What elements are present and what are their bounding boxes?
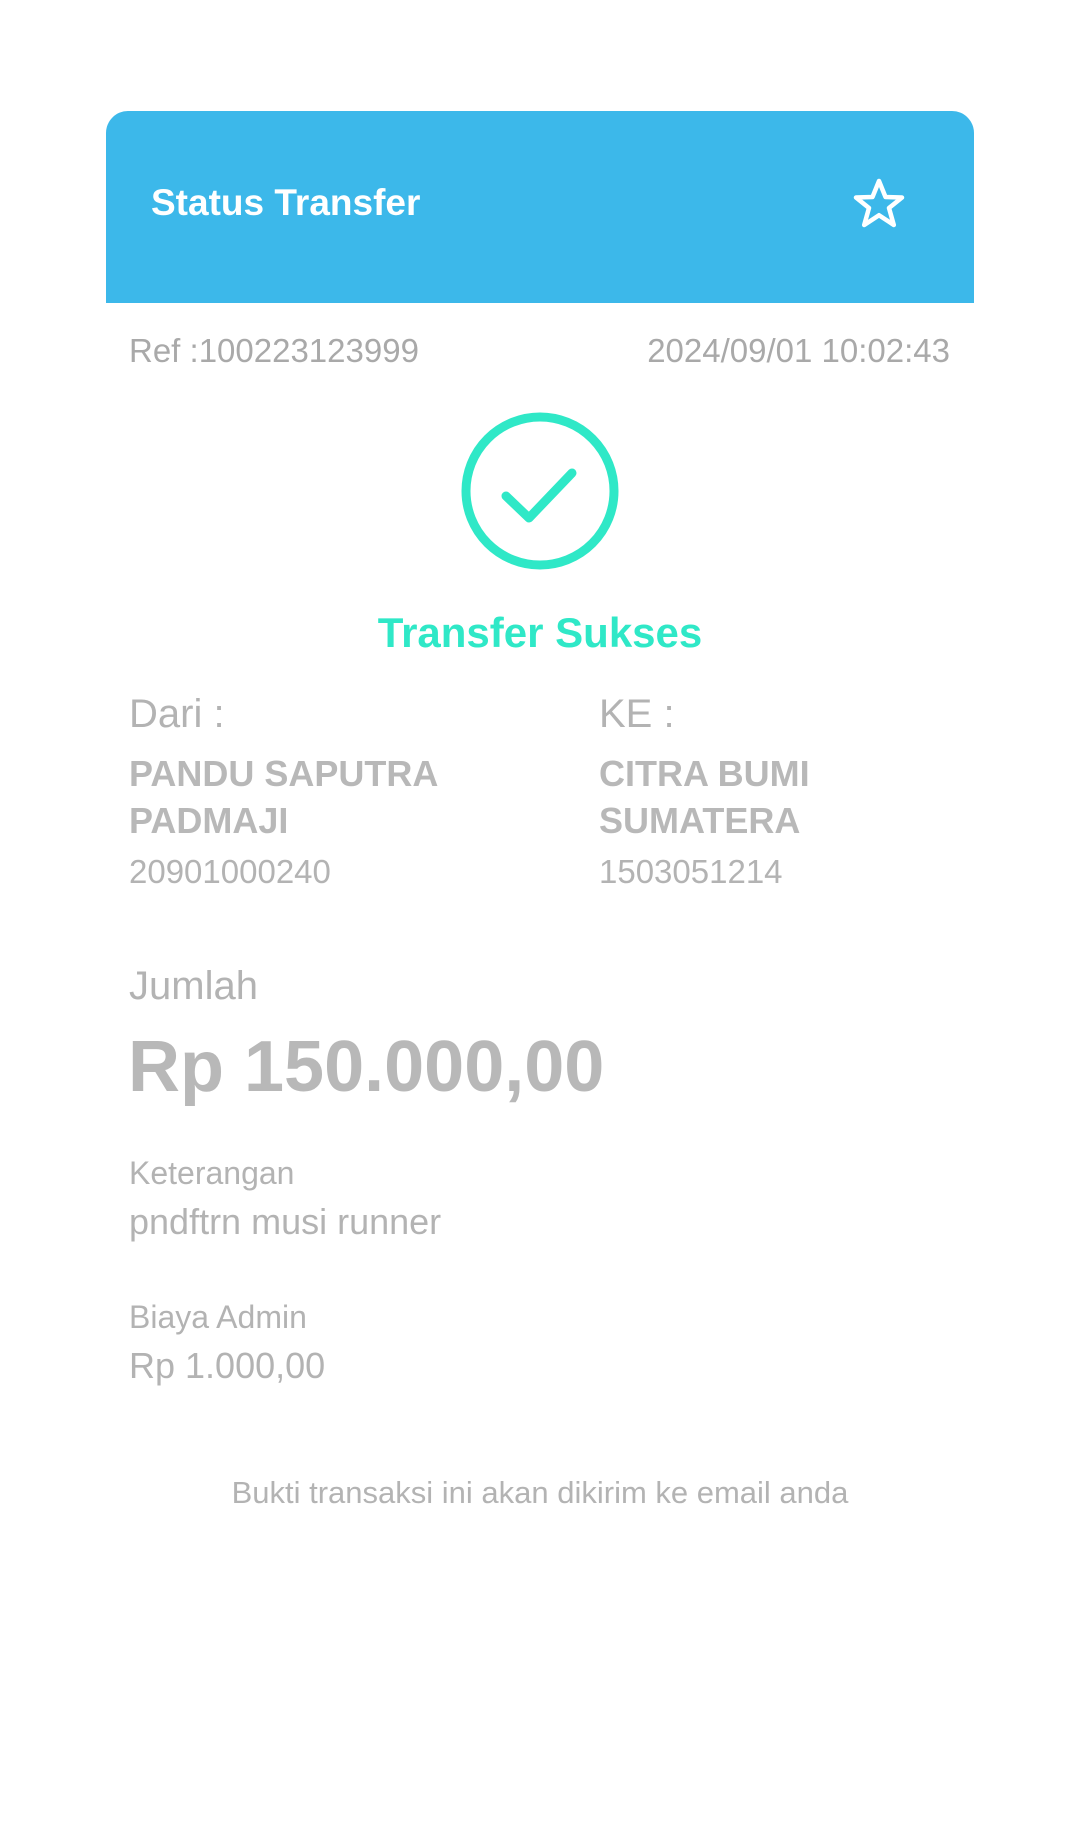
sender-label: Dari : [129, 692, 225, 736]
favorite-button[interactable] [849, 175, 909, 235]
status-message: Transfer Sukses [377, 609, 703, 656]
sender-block: Dari : PANDU SAPUTRA PADMAJI 20901000240 [129, 694, 549, 888]
recipient-block: KE : CITRA BUMI SUMATERA 1503051214 [599, 694, 1019, 888]
recipient-label: KE : [599, 692, 675, 736]
sender-account: 20901000240 [129, 853, 331, 890]
description-label: Keterangan [129, 1155, 295, 1191]
reference-number: Ref :100223123999 [129, 332, 419, 369]
star-outline-icon [853, 178, 905, 228]
transfer-status-page: Status Transfer Ref :100223123999 2024/0… [0, 0, 1080, 1829]
transaction-datetime: 2024/09/01 10:02:43 [647, 332, 950, 369]
status-header: Status Transfer [106, 111, 974, 303]
amount-value: Rp 150.000,00 [128, 1027, 605, 1107]
email-receipt-note: Bukti transaksi ini akan dikirim ke emai… [231, 1475, 849, 1510]
description-value: pndftrn musi runner [129, 1201, 442, 1242]
admin-fee-value: Rp 1.000,00 [129, 1345, 326, 1386]
admin-fee-label: Biaya Admin [129, 1299, 307, 1335]
recipient-name: CITRA BUMI SUMATERA [599, 753, 810, 841]
amount-label: Jumlah [129, 964, 258, 1008]
check-circle-icon [459, 410, 621, 572]
recipient-account: 1503051214 [599, 853, 783, 890]
page-title: Status Transfer [151, 182, 421, 223]
sender-name: PANDU SAPUTRA PADMAJI [129, 753, 438, 841]
